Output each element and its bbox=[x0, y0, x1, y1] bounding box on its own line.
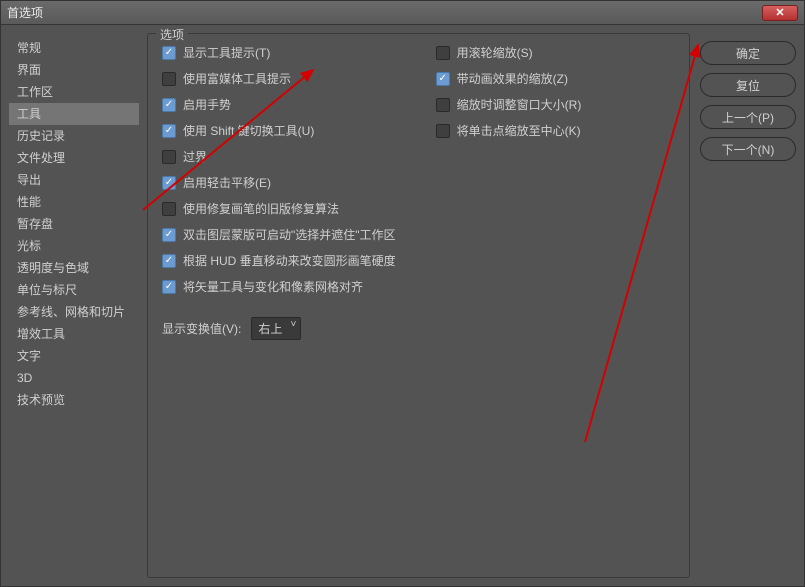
option-row: 启用轻击平移(E) bbox=[162, 174, 396, 191]
option-row: 使用富媒体工具提示 bbox=[162, 70, 396, 87]
sidebar-item[interactable]: 工具 bbox=[9, 103, 139, 125]
checkbox[interactable] bbox=[436, 46, 450, 60]
sidebar-item[interactable]: 单位与标尺 bbox=[9, 279, 139, 301]
option-label: 使用修复画笔的旧版修复算法 bbox=[183, 200, 339, 217]
sidebar-item[interactable]: 技术预览 bbox=[9, 389, 139, 411]
window-body: 常规界面工作区工具历史记录文件处理导出性能暂存盘光标透明度与色域单位与标尺参考线… bbox=[1, 25, 804, 586]
option-label: 显示工具提示(T) bbox=[183, 44, 270, 61]
option-row: 根据 HUD 垂直移动来改变圆形画笔硬度 bbox=[162, 252, 396, 269]
option-row: 双击图层蒙版可启动"选择并遮住"工作区 bbox=[162, 226, 396, 243]
close-button[interactable]: ✕ bbox=[762, 5, 798, 21]
sidebar-item[interactable]: 常规 bbox=[9, 37, 139, 59]
option-row: 使用 Shift 键切换工具(U) bbox=[162, 122, 396, 139]
checkbox[interactable] bbox=[436, 124, 450, 138]
option-label: 使用 Shift 键切换工具(U) bbox=[183, 122, 314, 139]
sidebar-item[interactable]: 工作区 bbox=[9, 81, 139, 103]
next-button[interactable]: 下一个(N) bbox=[700, 137, 796, 161]
options-panel: 选项 显示工具提示(T)使用富媒体工具提示启用手势使用 Shift 键切换工具(… bbox=[147, 33, 690, 578]
option-row: 用滚轮缩放(S) bbox=[436, 44, 582, 61]
sidebar-item[interactable]: 增效工具 bbox=[9, 323, 139, 345]
checkbox[interactable] bbox=[162, 202, 176, 216]
transform-label: 显示变换值(V): bbox=[162, 320, 241, 337]
option-label: 根据 HUD 垂直移动来改变圆形画笔硬度 bbox=[183, 252, 396, 269]
sidebar-item[interactable]: 导出 bbox=[9, 169, 139, 191]
sidebar-item[interactable]: 性能 bbox=[9, 191, 139, 213]
panel-header: 选项 bbox=[156, 26, 188, 43]
checkbox[interactable] bbox=[162, 72, 176, 86]
sidebar-item[interactable]: 暂存盘 bbox=[9, 213, 139, 235]
sidebar-item[interactable]: 文字 bbox=[9, 345, 139, 367]
preferences-window: 首选项 ✕ 常规界面工作区工具历史记录文件处理导出性能暂存盘光标透明度与色域单位… bbox=[0, 0, 805, 587]
checkbox[interactable] bbox=[436, 72, 450, 86]
option-row: 显示工具提示(T) bbox=[162, 44, 396, 61]
sidebar: 常规界面工作区工具历史记录文件处理导出性能暂存盘光标透明度与色域单位与标尺参考线… bbox=[9, 33, 139, 578]
options-column-right: 用滚轮缩放(S) 带动画效果的缩放(Z) 缩放时调整窗口大小(R) 将单击点缩放至中心… bbox=[436, 44, 582, 295]
sidebar-item[interactable]: 光标 bbox=[9, 235, 139, 257]
sidebar-item[interactable]: 透明度与色域 bbox=[9, 257, 139, 279]
option-row: 将单击点缩放至中心(K) bbox=[436, 122, 582, 139]
checkbox[interactable] bbox=[162, 280, 176, 294]
main-area: 选项 显示工具提示(T)使用富媒体工具提示启用手势使用 Shift 键切换工具(… bbox=[147, 33, 796, 578]
option-label: 启用手势 bbox=[183, 96, 231, 113]
checkbox[interactable] bbox=[162, 228, 176, 242]
transform-select[interactable]: 右上 bbox=[251, 317, 301, 340]
sidebar-item[interactable]: 参考线、网格和切片 bbox=[9, 301, 139, 323]
option-row: 过界 bbox=[162, 148, 396, 165]
sidebar-item[interactable]: 文件处理 bbox=[9, 147, 139, 169]
option-row: 缩放时调整窗口大小(R) bbox=[436, 96, 582, 113]
checkbox[interactable] bbox=[162, 150, 176, 164]
titlebar: 首选项 ✕ bbox=[1, 1, 804, 25]
reset-button[interactable]: 复位 bbox=[700, 73, 796, 97]
checkbox[interactable] bbox=[162, 98, 176, 112]
option-label: 过界 bbox=[183, 148, 207, 165]
option-label: 启用轻击平移(E) bbox=[183, 174, 271, 191]
right-button-column: 确定 复位 上一个(P) 下一个(N) bbox=[700, 33, 796, 578]
sidebar-item[interactable]: 3D bbox=[9, 367, 139, 389]
options-column-left: 显示工具提示(T) 使用富媒体工具提示启用手势使用 Shift 键切换工具(U) 过… bbox=[162, 44, 396, 295]
option-label: 缩放时调整窗口大小(R) bbox=[457, 96, 582, 113]
option-label: 将矢量工具与变化和像素网格对齐 bbox=[183, 278, 363, 295]
option-label: 双击图层蒙版可启动"选择并遮住"工作区 bbox=[183, 226, 396, 243]
option-label: 将单击点缩放至中心(K) bbox=[457, 122, 581, 139]
checkbox[interactable] bbox=[162, 124, 176, 138]
window-title: 首选项 bbox=[7, 4, 762, 21]
option-row: 带动画效果的缩放(Z) bbox=[436, 70, 582, 87]
option-row: 启用手势 bbox=[162, 96, 396, 113]
checkbox[interactable] bbox=[162, 254, 176, 268]
ok-button[interactable]: 确定 bbox=[700, 41, 796, 65]
option-row: 使用修复画笔的旧版修复算法 bbox=[162, 200, 396, 217]
option-label: 用滚轮缩放(S) bbox=[457, 44, 533, 61]
option-label: 带动画效果的缩放(Z) bbox=[457, 70, 568, 87]
prev-button[interactable]: 上一个(P) bbox=[700, 105, 796, 129]
options-grid: 显示工具提示(T) 使用富媒体工具提示启用手势使用 Shift 键切换工具(U) 过… bbox=[162, 44, 675, 295]
checkbox[interactable] bbox=[436, 98, 450, 112]
sidebar-item[interactable]: 界面 bbox=[9, 59, 139, 81]
checkbox[interactable] bbox=[162, 46, 176, 60]
checkbox[interactable] bbox=[162, 176, 176, 190]
transform-row: 显示变换值(V): 右上 bbox=[162, 317, 675, 340]
option-label: 使用富媒体工具提示 bbox=[183, 70, 291, 87]
sidebar-item[interactable]: 历史记录 bbox=[9, 125, 139, 147]
option-row: 将矢量工具与变化和像素网格对齐 bbox=[162, 278, 396, 295]
